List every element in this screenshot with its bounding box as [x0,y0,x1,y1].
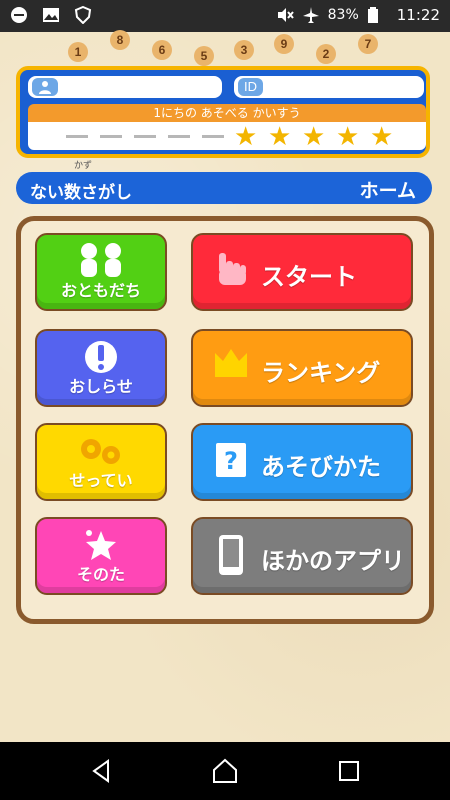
dash-mark [66,135,88,138]
id-label: ID [238,78,263,96]
minus-circle-icon [10,6,28,24]
number-dot: 9 [274,34,294,54]
dash-mark [100,135,122,138]
dash-mark [202,135,224,138]
star-icon: ★ [370,122,394,152]
app-title: ない数さがし [30,183,132,203]
start-label: スタート [261,263,357,291]
star-icon: ★ [268,122,292,152]
nav-bar [0,742,450,800]
number-dot: 8 [110,30,130,50]
other-button[interactable]: そのた [35,517,167,595]
user-icon [32,78,58,96]
number-dot: 1 [68,42,88,62]
status-bar: 83% 11:22 [0,0,450,32]
smartphone-icon [211,533,251,577]
news-label: おしらせ [69,377,133,396]
star-icon: ★ [302,122,326,152]
star-icon: ★ [234,122,258,152]
friends-button[interactable]: おともだち [35,233,167,311]
number-dot: 3 [234,40,254,60]
battery-text: 83% [327,7,359,23]
other-label: そのた [76,565,125,584]
battery-icon [367,6,385,24]
star-icon: ★ [336,122,360,152]
mute-icon [276,6,294,24]
profile-panel: ID 1にちの あそべる かいすう ★ ★ ★ ★ ★ [16,66,430,158]
back-icon[interactable] [88,758,114,784]
ranking-button[interactable]: ランキング [191,329,413,407]
settings-button[interactable]: せってい [35,423,167,501]
clock-time: 11:22 [396,6,440,24]
shield-icon [74,5,92,25]
dash-mark [168,135,190,138]
other-apps-label: ほかのアプリ [261,547,405,575]
home-icon[interactable] [212,758,238,784]
home-label: ホーム [359,180,416,202]
question-icon: ? [211,439,251,483]
title-ruby: かず [74,161,93,171]
image-icon [42,6,60,24]
number-dot: 5 [194,46,214,66]
daily-plays-row: ★ ★ ★ ★ ★ [28,122,426,152]
friends-label: おともだち [60,281,141,300]
howto-button[interactable]: ? あそびかた [191,423,413,501]
daily-plays-label: 1にちの あそべる かいすう [28,104,426,122]
svg-text:?: ? [224,447,238,475]
dash-mark [134,135,156,138]
number-dot: 2 [316,44,336,64]
crown-icon [211,345,251,389]
news-button[interactable]: おしらせ [35,329,167,407]
id-field[interactable]: ID [234,76,424,98]
recent-apps-icon[interactable] [336,758,362,784]
app-screen: 1 8 6 5 3 9 2 7 ID 1にちの あそべる かいすう ★ ★ ★ … [0,30,450,742]
menu-board: おともだち スタート おしらせ ランキング せってい ? あそびかた そのた ほ… [16,216,434,624]
ranking-label: ランキング [261,359,381,387]
title-bar: ない数さがし かず ホーム [16,161,432,204]
number-dot: 6 [152,40,172,60]
howto-label: あそびかた [261,453,381,481]
username-field[interactable] [28,76,222,98]
number-dot: 7 [358,34,378,54]
other-apps-button[interactable]: ほかのアプリ [191,517,413,595]
settings-label: せってい [69,471,133,490]
start-button[interactable]: スタート [191,233,413,311]
number-strip: 1 8 6 5 3 9 2 7 [60,30,400,66]
pointer-hand-icon [211,249,251,293]
airplane-icon [302,6,320,24]
